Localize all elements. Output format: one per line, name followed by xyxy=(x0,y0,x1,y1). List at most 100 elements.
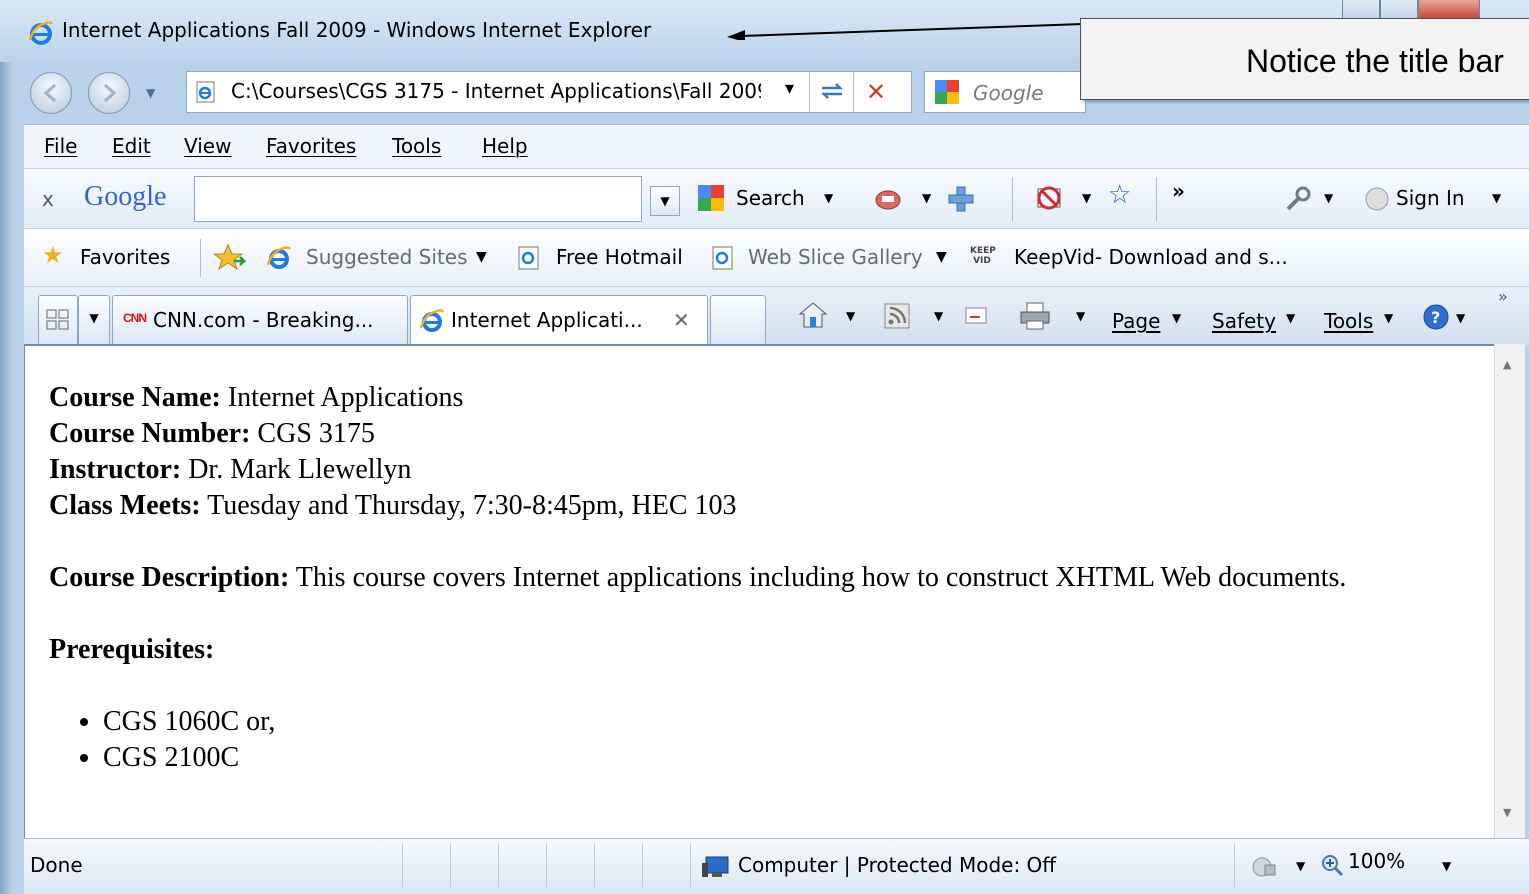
bookmark-star-icon[interactable]: ☆ xyxy=(1108,180,1131,210)
new-tab-button[interactable] xyxy=(710,295,766,344)
ie-icon xyxy=(419,309,445,332)
favorites-bar: ★ Favorites Suggested Sites ▼ Free Hotma… xyxy=(24,228,1529,287)
search-box[interactable]: Google xyxy=(924,71,1086,113)
security-zone-text[interactable]: Computer | Protected Mode: Off xyxy=(738,853,1056,877)
sign-in-button[interactable]: Sign In xyxy=(1396,186,1465,210)
menu-favorites[interactable]: Favorites xyxy=(266,134,356,158)
suggested-sites-dropdown-icon[interactable]: ▼ xyxy=(476,249,487,265)
address-text[interactable]: C:\Courses\CGS 3175 - Internet Applicati… xyxy=(231,79,761,103)
address-dropdown-icon[interactable]: ▾ xyxy=(785,78,794,99)
safety-dropdown-icon[interactable]: ▼ xyxy=(1286,311,1295,325)
tab-cnn-label: CNN.com - Breaking... xyxy=(153,308,374,332)
home-dropdown-icon[interactable]: ▼ xyxy=(846,309,855,323)
list-item: CGS 1060C or, xyxy=(103,704,1346,740)
computer-zone-icon xyxy=(702,856,729,877)
status-divider xyxy=(642,843,643,887)
status-divider xyxy=(594,843,595,887)
safety-menu[interactable]: Safety xyxy=(1212,309,1276,333)
callout-arrow xyxy=(727,23,1083,40)
page-icon xyxy=(196,81,215,103)
help-icon[interactable]: ? xyxy=(1422,303,1450,331)
zoom-dropdown-icon[interactable]: ▼ xyxy=(1442,859,1451,873)
print-dropdown-icon[interactable]: ▼ xyxy=(1076,309,1085,323)
tools-dropdown-icon[interactable]: ▼ xyxy=(1384,311,1393,325)
status-divider xyxy=(498,843,499,887)
scroll-up-icon[interactable]: ▲ xyxy=(1503,358,1511,371)
menu-file[interactable]: File xyxy=(44,134,77,158)
close-tab-icon[interactable]: ✕ xyxy=(673,308,690,332)
more-tools-button[interactable]: » xyxy=(1172,179,1185,203)
refresh-button[interactable] xyxy=(809,72,854,112)
tools-menu[interactable]: Tools xyxy=(1324,309,1373,333)
protected-mode-dropdown-icon[interactable]: ▼ xyxy=(1296,859,1305,873)
list-item: CGS 2100C xyxy=(103,740,1346,776)
settings-dropdown-icon[interactable]: ▼ xyxy=(1324,191,1333,205)
description-line: Course Description: This course covers I… xyxy=(49,560,1346,596)
feeds-dropdown-icon[interactable]: ▼ xyxy=(934,309,943,323)
class-meets-line: Class Meets: Tuesday and Thursday, 7:30-… xyxy=(49,488,1346,524)
close-window-button[interactable] xyxy=(1418,0,1480,19)
quick-tabs-button[interactable] xyxy=(38,295,78,344)
minimize-button[interactable] xyxy=(1342,0,1380,19)
close-toolbar-icon[interactable]: x xyxy=(42,187,54,211)
google-logo-text: Google xyxy=(84,181,167,212)
back-button[interactable] xyxy=(30,72,72,114)
keepvid-link[interactable]: KeepVid- Download and s... xyxy=(1014,245,1288,269)
google-search-button-icon[interactable] xyxy=(698,185,724,211)
google-search-input[interactable] xyxy=(194,176,642,222)
web-slice-gallery-link[interactable]: Web Slice Gallery xyxy=(748,245,923,269)
wrench-icon[interactable] xyxy=(1282,185,1312,213)
protected-mode-icon[interactable] xyxy=(1250,853,1280,879)
status-bar: Done Computer | Protected Mode: Off ▼ 10… xyxy=(24,838,1529,894)
command-overflow-button[interactable]: » xyxy=(1498,287,1508,306)
back-arrow-icon xyxy=(43,83,56,103)
menu-help[interactable]: Help xyxy=(482,134,528,158)
tab-cnn[interactable]: CNN CNN.com - Breaking... xyxy=(112,295,408,344)
search-history-dropdown-icon[interactable]: ▼ xyxy=(650,186,680,216)
add-to-favorites-icon[interactable] xyxy=(214,243,246,271)
tab-internet-applications[interactable]: Internet Applicati... ✕ xyxy=(410,295,708,346)
page-dropdown-icon[interactable]: ▼ xyxy=(1172,311,1181,325)
google-search-icon xyxy=(935,80,959,104)
sign-in-circle-icon xyxy=(1365,187,1389,211)
page-menu[interactable]: Page xyxy=(1112,309,1160,333)
forward-arrow-icon xyxy=(104,83,117,103)
menu-view[interactable]: View xyxy=(184,134,231,158)
pagerank-dropdown-icon[interactable]: ▼ xyxy=(922,191,931,205)
add-button-icon[interactable] xyxy=(946,184,976,214)
maximize-button[interactable] xyxy=(1380,0,1418,19)
course-name-value: Internet Applications xyxy=(220,382,464,413)
web-slice-dropdown-icon[interactable]: ▼ xyxy=(936,249,947,265)
keepvid-icon: KEEP VID xyxy=(970,246,996,266)
course-name-line: Course Name: Internet Applications xyxy=(49,380,1346,416)
zoom-level[interactable]: 100% xyxy=(1348,849,1405,873)
cnn-icon: CNN xyxy=(123,311,147,325)
window-controls xyxy=(1342,0,1529,19)
search-options-dropdown-icon[interactable]: ▼ xyxy=(824,191,833,205)
popup-blocker-icon[interactable] xyxy=(1034,183,1064,213)
sign-in-dropdown-icon[interactable]: ▼ xyxy=(1492,191,1501,205)
pagerank-icon[interactable] xyxy=(874,186,902,212)
google-search-button[interactable]: Search xyxy=(736,186,805,210)
forward-button[interactable] xyxy=(88,72,130,114)
callout-text: Notice the title bar xyxy=(1246,43,1504,79)
popup-dropdown-icon[interactable]: ▼ xyxy=(1082,191,1091,205)
stop-button[interactable]: ✕ xyxy=(853,72,898,112)
read-mail-icon[interactable] xyxy=(964,305,990,327)
scroll-down-icon[interactable]: ▼ xyxy=(1503,806,1511,819)
address-bar[interactable]: C:\Courses\CGS 3175 - Internet Applicati… xyxy=(186,71,912,113)
feeds-icon[interactable] xyxy=(884,303,910,329)
help-dropdown-icon[interactable]: ▼ xyxy=(1456,311,1465,325)
print-icon[interactable] xyxy=(1018,301,1052,331)
menu-tools[interactable]: Tools xyxy=(392,134,441,158)
free-hotmail-link[interactable]: Free Hotmail xyxy=(556,245,683,269)
home-icon[interactable] xyxy=(798,301,828,329)
vertical-scrollbar[interactable]: ▲ ▼ xyxy=(1494,344,1525,838)
tab-list-dropdown-icon[interactable]: ▼ xyxy=(78,295,110,344)
menu-edit[interactable]: Edit xyxy=(112,134,151,158)
suggested-sites-link[interactable]: Suggested Sites xyxy=(306,245,468,269)
history-dropdown-icon[interactable]: ▼ xyxy=(146,86,155,100)
favorites-button[interactable]: Favorites xyxy=(80,245,170,269)
